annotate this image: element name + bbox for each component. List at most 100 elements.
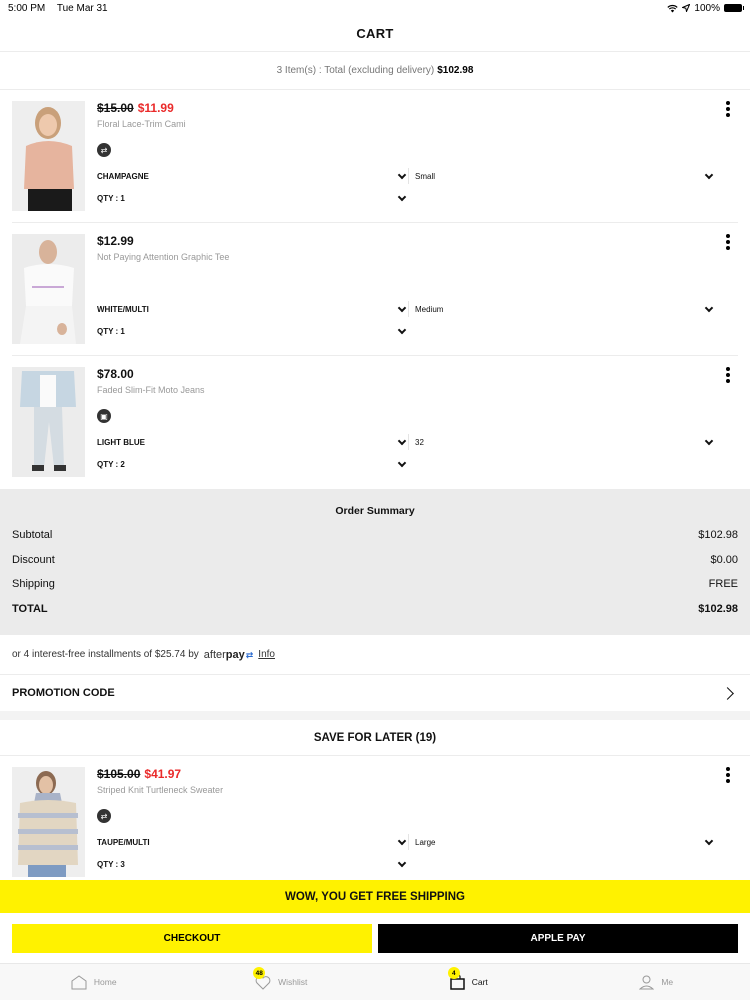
summary-value: $102.98 <box>698 529 738 542</box>
arrows-swap-icon: ⇄ <box>97 143 111 157</box>
page-title: CART <box>0 16 750 52</box>
summary-label: Shipping <box>12 578 55 591</box>
summary-label: Subtotal <box>12 529 53 542</box>
chevron-down-icon <box>397 436 407 445</box>
tab-home[interactable]: Home <box>0 964 188 1000</box>
promotion-code-row[interactable]: PROMOTION CODE <box>0 675 750 711</box>
summary-row-subtotal: Subtotal $102.98 <box>12 523 738 548</box>
tab-label: Cart <box>471 977 488 987</box>
price-sale: $11.99 <box>137 101 174 115</box>
chevron-down-icon <box>704 436 714 445</box>
product-image[interactable] <box>12 367 85 477</box>
size-dropdown[interactable]: Large <box>408 834 714 850</box>
afterpay-logo-light: after <box>203 648 226 661</box>
color-dropdown[interactable]: WHITE/MULTI <box>97 301 407 317</box>
item-price: $12.99 <box>97 234 134 248</box>
tab-me[interactable]: Me <box>563 964 750 1000</box>
color-value: LIGHT BLUE <box>97 437 145 447</box>
quantity-dropdown[interactable]: QTY : 3 <box>97 856 407 872</box>
product-name[interactable]: Faded Slim-Fit Moto Jeans <box>97 385 205 395</box>
wifi-icon <box>667 4 679 12</box>
product-name[interactable]: Striped Knit Turtleneck Sweater <box>97 785 223 795</box>
product-name[interactable]: Not Paying Attention Graphic Tee <box>97 252 229 262</box>
summary-value: $102.98 <box>698 602 738 615</box>
product-image[interactable] <box>12 767 85 877</box>
tab-label: Home <box>93 977 117 987</box>
battery-icon <box>724 4 744 12</box>
order-summary-title: Order Summary <box>335 505 415 517</box>
price-original: $105.00 <box>97 767 141 781</box>
checkout-button[interactable]: CHECKOUT <box>12 923 372 953</box>
saved-item: $105.00 $41.97 Striped Knit Turtleneck Sw… <box>12 756 738 889</box>
size-dropdown[interactable]: 32 <box>408 434 714 450</box>
summary-label: TOTAL <box>12 602 48 615</box>
product-image[interactable] <box>12 101 85 211</box>
qty-value: QTY : 2 <box>97 459 125 469</box>
product-name[interactable]: Floral Lace-Trim Cami <box>97 119 186 129</box>
status-date: Tue Mar 31 <box>56 2 108 14</box>
product-image[interactable] <box>12 234 85 344</box>
quantity-dropdown[interactable]: QTY : 1 <box>97 323 407 339</box>
chevron-right-icon <box>721 686 734 700</box>
arrows-swap-icon: ⇄ <box>97 809 111 823</box>
cart-total-label: 3 Item(s) : Total (excluding delivery) <box>276 65 435 76</box>
more-options-icon[interactable] <box>724 234 732 250</box>
tab-bar: Home 48 Wishlist 4 Cart Me <box>0 963 750 1000</box>
summary-row-shipping: Shipping FREE <box>12 572 738 597</box>
size-value: 32 <box>415 437 424 447</box>
summary-value: FREE <box>708 578 738 591</box>
chevron-down-icon <box>704 170 714 179</box>
section-divider <box>0 711 750 720</box>
summary-label: Discount <box>12 553 55 566</box>
tab-cart[interactable]: 4 Cart <box>375 964 563 1000</box>
summary-value: $0.00 <box>710 553 738 566</box>
item-price: $105.00 $41.97 <box>97 767 181 781</box>
free-shipping-banner: WOW, YOU GET FREE SHIPPING <box>0 880 750 913</box>
box-icon: ▣ <box>97 409 111 423</box>
afterpay-text: or 4 interest-free installments of $25.7… <box>12 649 199 660</box>
chevron-down-icon <box>397 458 407 467</box>
color-dropdown[interactable]: LIGHT BLUE <box>97 434 407 450</box>
afterpay-info-link[interactable]: Info <box>258 649 275 660</box>
size-dropdown[interactable]: Small <box>408 168 714 184</box>
qty-value: QTY : 3 <box>97 859 125 869</box>
cart-item: $78.00 Faded Slim-Fit Moto Jeans ▣ LIGHT… <box>12 356 738 489</box>
color-dropdown[interactable]: CHAMPAGNE <box>97 168 407 184</box>
qty-value: QTY : 1 <box>97 326 125 336</box>
item-price: $15.00 $11.99 <box>97 101 174 115</box>
qty-value: QTY : 1 <box>97 193 125 203</box>
chevron-down-icon <box>704 836 714 845</box>
size-value: Medium <box>415 304 444 314</box>
order-summary: Order Summary Subtotal $102.98 Discount $0… <box>0 489 750 635</box>
more-options-icon[interactable] <box>724 767 732 783</box>
cart-count-badge: 4 <box>447 967 460 979</box>
color-value: WHITE/MULTI <box>97 304 149 314</box>
chevron-down-icon <box>704 303 714 312</box>
cart-item: $15.00 $11.99 Floral Lace-Trim Cami ⇄ CHA… <box>12 90 738 223</box>
quantity-dropdown[interactable]: QTY : 1 <box>97 190 407 206</box>
location-icon <box>682 4 691 12</box>
tab-wishlist[interactable]: 48 Wishlist <box>188 964 376 1000</box>
size-value: Small <box>415 171 436 181</box>
size-dropdown[interactable]: Medium <box>408 301 714 317</box>
chevron-down-icon <box>397 325 407 334</box>
quantity-dropdown[interactable]: QTY : 2 <box>97 456 407 472</box>
user-icon <box>639 975 655 989</box>
chevron-down-icon <box>397 192 407 201</box>
price-original: $15.00 <box>97 101 134 115</box>
save-for-later-title: SAVE FOR LATER (19) <box>0 720 750 756</box>
chevron-down-icon <box>397 858 407 867</box>
status-bar: 5:00 PM Tue Mar 31 100% <box>0 0 750 16</box>
apple-pay-button[interactable]: APPLE PAY <box>378 923 738 953</box>
more-options-icon[interactable] <box>724 367 732 383</box>
price-current: $78.00 <box>97 367 134 381</box>
item-price: $78.00 <box>97 367 134 381</box>
more-options-icon[interactable] <box>724 101 732 117</box>
color-value: TAUPE/MULTI <box>97 837 150 847</box>
tab-label: Wishlist <box>278 977 308 987</box>
tab-label: Me <box>661 977 674 987</box>
chevron-down-icon <box>397 836 407 845</box>
cart-total-line: 3 Item(s) : Total (excluding delivery) $… <box>0 52 750 90</box>
chevron-down-icon <box>397 303 407 312</box>
color-dropdown[interactable]: TAUPE/MULTI <box>97 834 407 850</box>
